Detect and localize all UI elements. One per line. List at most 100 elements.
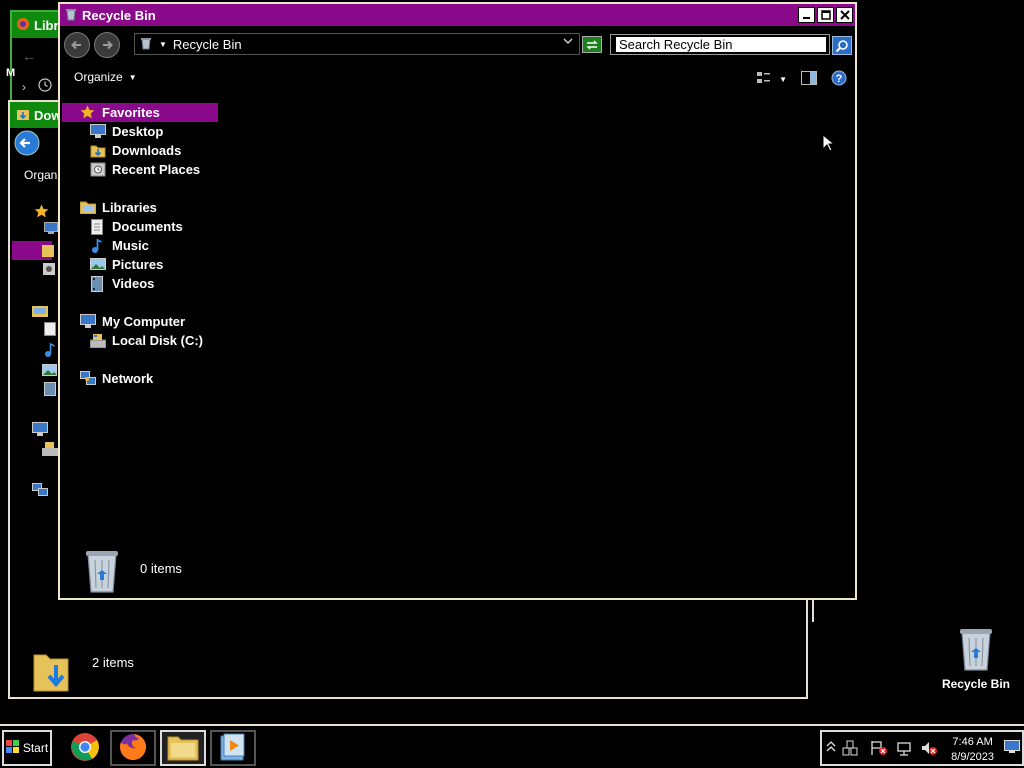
windows-logo-icon bbox=[5, 739, 20, 757]
organize-dropdown-icon: ▼ bbox=[128, 72, 137, 82]
view-dropdown-icon[interactable]: ▼ bbox=[779, 75, 787, 84]
nav-videos[interactable]: Videos bbox=[90, 274, 154, 293]
network-status-icon[interactable] bbox=[896, 740, 912, 759]
libraries-icon bbox=[79, 200, 97, 216]
recycle-bin-small-icon bbox=[64, 7, 78, 24]
back-arrow-icon[interactable]: ← bbox=[22, 48, 36, 64]
close-button[interactable] bbox=[836, 7, 853, 23]
desktop-icon[interactable] bbox=[44, 222, 58, 237]
nav-favorites[interactable]: Favorites bbox=[62, 103, 218, 122]
taskbar-firefox[interactable] bbox=[110, 730, 156, 766]
libraries-folder-icon[interactable] bbox=[32, 304, 48, 320]
recycle-bin-large-icon bbox=[84, 548, 120, 597]
desktop-recycle-bin[interactable]: Recycle Bin bbox=[938, 626, 1014, 691]
taskbar: Start 7:46 AM 8/9/2023 bbox=[0, 724, 1024, 768]
nav-downloads-label: Downloads bbox=[112, 143, 182, 158]
command-bar: Organize ▼ ▼ ? bbox=[62, 66, 853, 92]
system-tray: 7:46 AM 8/9/2023 bbox=[820, 730, 1024, 766]
window-edge-fragment bbox=[808, 600, 814, 622]
pictures-icon[interactable] bbox=[42, 364, 57, 379]
pictures-icon bbox=[90, 257, 106, 273]
media-player-icon bbox=[220, 733, 246, 764]
downloads-large-folder-icon bbox=[32, 647, 72, 696]
forward-button[interactable] bbox=[94, 32, 120, 58]
nav-libraries[interactable]: Libraries bbox=[79, 198, 157, 217]
libraries-title: Libr bbox=[34, 17, 59, 33]
refresh-button[interactable] bbox=[582, 36, 602, 53]
clock[interactable]: 7:46 AM 8/9/2023 bbox=[951, 735, 994, 765]
local-disk-icon[interactable] bbox=[42, 442, 58, 459]
file-explorer-icon bbox=[167, 733, 199, 764]
help-icon[interactable]: ? bbox=[831, 70, 847, 89]
back-button[interactable] bbox=[64, 32, 90, 58]
local-disk-icon bbox=[89, 333, 107, 349]
recycle-bin-desktop-icon bbox=[958, 629, 994, 675]
downloads-folder-small-icon bbox=[16, 107, 30, 124]
firefox-small-icon bbox=[16, 17, 30, 34]
mouse-cursor-icon bbox=[822, 133, 836, 155]
preview-pane-icon[interactable] bbox=[801, 71, 817, 88]
recycle-bin-desktop-label: Recycle Bin bbox=[941, 677, 1011, 691]
nav-my-computer[interactable]: My Computer bbox=[80, 312, 185, 331]
my-computer-icon[interactable] bbox=[32, 422, 48, 439]
nav-recent-places-label: Recent Places bbox=[112, 162, 201, 177]
nav-music-label: Music bbox=[112, 238, 149, 253]
favorites-star-icon[interactable] bbox=[34, 204, 49, 222]
recent-places-icon bbox=[90, 162, 106, 178]
nav-favorites-label: Favorites bbox=[102, 105, 160, 120]
flag-alert-icon[interactable] bbox=[870, 740, 888, 759]
my-computer-icon bbox=[80, 313, 96, 330]
search-box[interactable] bbox=[610, 34, 830, 55]
start-button[interactable]: Start bbox=[2, 730, 52, 766]
recent-places-icon[interactable] bbox=[42, 262, 56, 279]
search-button[interactable] bbox=[832, 36, 852, 55]
recycle-bin-window[interactable]: Recycle Bin ▼ Recycle Bin Search Recycle… bbox=[58, 2, 857, 600]
nav-documents-label: Documents bbox=[112, 219, 183, 234]
view-options-icon[interactable] bbox=[757, 72, 773, 87]
history-clock-icon[interactable] bbox=[38, 78, 52, 95]
title-bar[interactable]: Recycle Bin bbox=[60, 4, 855, 26]
nav-desktop[interactable]: Desktop bbox=[90, 122, 163, 141]
organize-label: Organize bbox=[74, 70, 123, 84]
minimize-button[interactable] bbox=[798, 7, 815, 23]
desktop-icon bbox=[90, 123, 106, 140]
nav-network[interactable]: Network bbox=[80, 369, 153, 388]
nav-music[interactable]: Music bbox=[90, 236, 149, 255]
nav-local-disk[interactable]: Local Disk (C:) bbox=[89, 331, 203, 350]
breadcrumb[interactable]: Recycle Bin bbox=[173, 37, 242, 52]
downloads-folder-icon bbox=[90, 143, 106, 159]
maximize-button[interactable] bbox=[817, 7, 834, 23]
network-icon bbox=[80, 370, 96, 387]
chevron-right-icon[interactable]: › bbox=[22, 80, 26, 94]
address-dropdown-icon[interactable] bbox=[563, 36, 573, 49]
downloads-nav-selection[interactable] bbox=[12, 241, 54, 260]
nav-libraries-label: Libraries bbox=[102, 200, 157, 215]
taskbar-file-explorer[interactable] bbox=[160, 730, 206, 766]
firefox-icon bbox=[118, 732, 148, 765]
search-input[interactable] bbox=[615, 36, 827, 53]
taskbar-chrome[interactable] bbox=[62, 730, 108, 766]
music-icon[interactable] bbox=[44, 342, 56, 361]
show-hidden-icons-icon[interactable] bbox=[826, 740, 836, 757]
action-center-icon[interactable] bbox=[842, 740, 858, 759]
videos-icon[interactable] bbox=[44, 382, 56, 399]
address-bar[interactable]: ▼ Recycle Bin bbox=[134, 33, 580, 55]
nav-desktop-label: Desktop bbox=[112, 124, 164, 139]
nav-recent-places[interactable]: Recent Places bbox=[90, 160, 200, 179]
nav-downloads[interactable]: Downloads bbox=[90, 141, 181, 160]
documents-icon bbox=[90, 218, 106, 235]
downloads-back-button[interactable] bbox=[14, 130, 40, 159]
crumb-separator-icon[interactable]: ▼ bbox=[159, 40, 167, 49]
nav-documents[interactable]: Documents bbox=[90, 217, 183, 236]
taskbar-media-player[interactable] bbox=[210, 730, 256, 766]
svg-text:?: ? bbox=[836, 73, 843, 85]
network-icon[interactable] bbox=[32, 483, 48, 500]
downloads-organize[interactable]: Organi bbox=[24, 168, 60, 182]
organize-menu[interactable]: Organize ▼ bbox=[74, 70, 137, 84]
start-label: Start bbox=[22, 741, 49, 755]
show-desktop-icon[interactable] bbox=[1004, 740, 1020, 757]
chrome-icon bbox=[70, 732, 100, 765]
documents-icon[interactable] bbox=[44, 322, 56, 339]
nav-pictures[interactable]: Pictures bbox=[90, 255, 163, 274]
volume-muted-icon[interactable] bbox=[920, 740, 938, 759]
